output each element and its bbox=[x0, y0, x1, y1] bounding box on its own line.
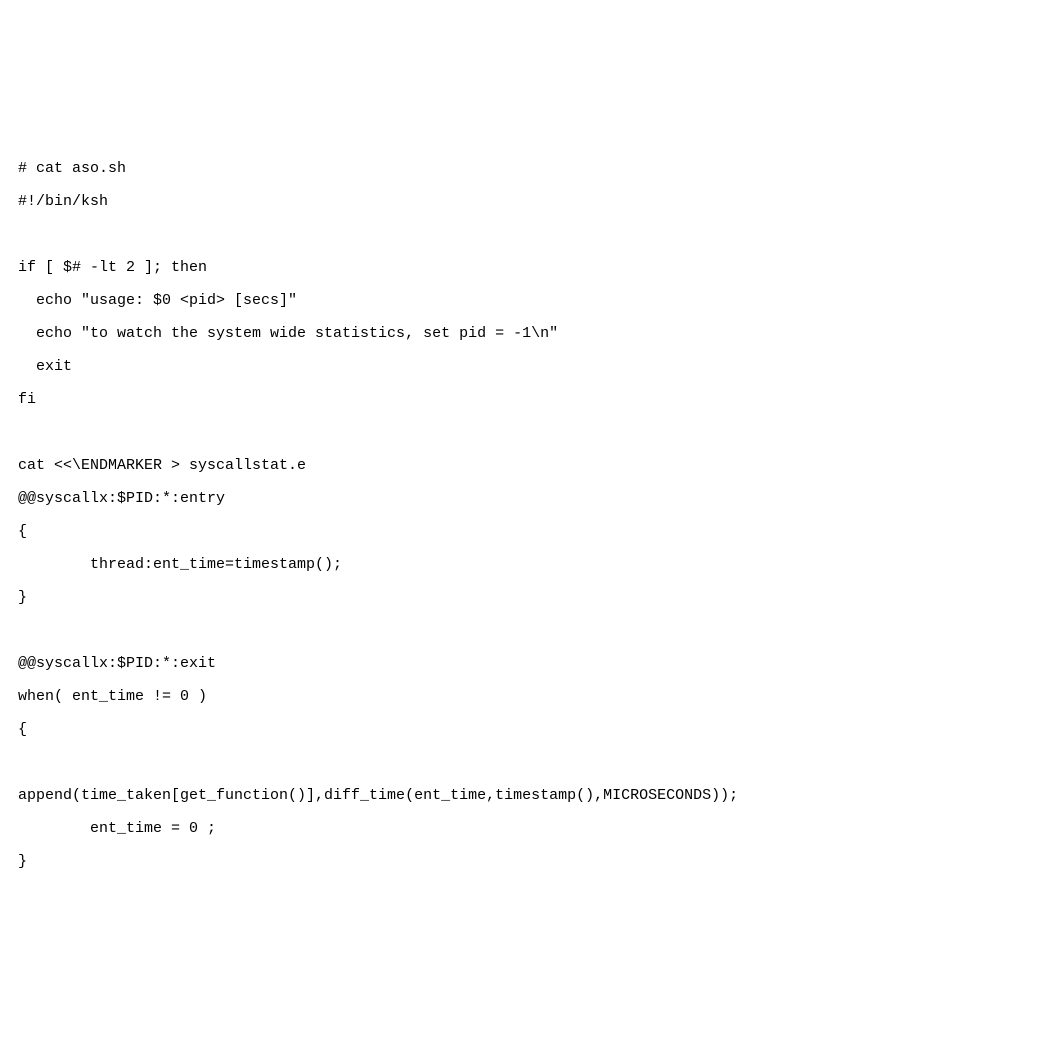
code-line: echo "to watch the system wide statistic… bbox=[18, 325, 558, 342]
code-line: } bbox=[18, 853, 27, 870]
code-line: cat <<\ENDMARKER > syscallstat.e bbox=[18, 457, 306, 474]
code-line: thread:ent_time=timestamp(); bbox=[18, 556, 342, 573]
code-line: echo "usage: $0 <pid> [secs]" bbox=[18, 292, 297, 309]
code-line: @@syscallx:$PID:*:entry bbox=[18, 490, 225, 507]
code-line: #!/bin/ksh bbox=[18, 193, 108, 210]
code-line: exit bbox=[18, 358, 72, 375]
code-line: @@syscallx:$PID:*:exit bbox=[18, 655, 216, 672]
code-line: { bbox=[18, 523, 27, 540]
code-line: when( ent_time != 0 ) bbox=[18, 688, 207, 705]
code-line: if [ $# -lt 2 ]; then bbox=[18, 259, 207, 276]
code-line: append(time_taken[get_function()],diff_t… bbox=[18, 787, 738, 804]
code-block: # cat aso.sh #!/bin/ksh if [ $# -lt 2 ];… bbox=[18, 152, 1044, 878]
code-line: } bbox=[18, 589, 27, 606]
code-line: { bbox=[18, 721, 27, 738]
code-line: ent_time = 0 ; bbox=[18, 820, 216, 837]
code-line: # cat aso.sh bbox=[18, 160, 126, 177]
code-line: fi bbox=[18, 391, 36, 408]
